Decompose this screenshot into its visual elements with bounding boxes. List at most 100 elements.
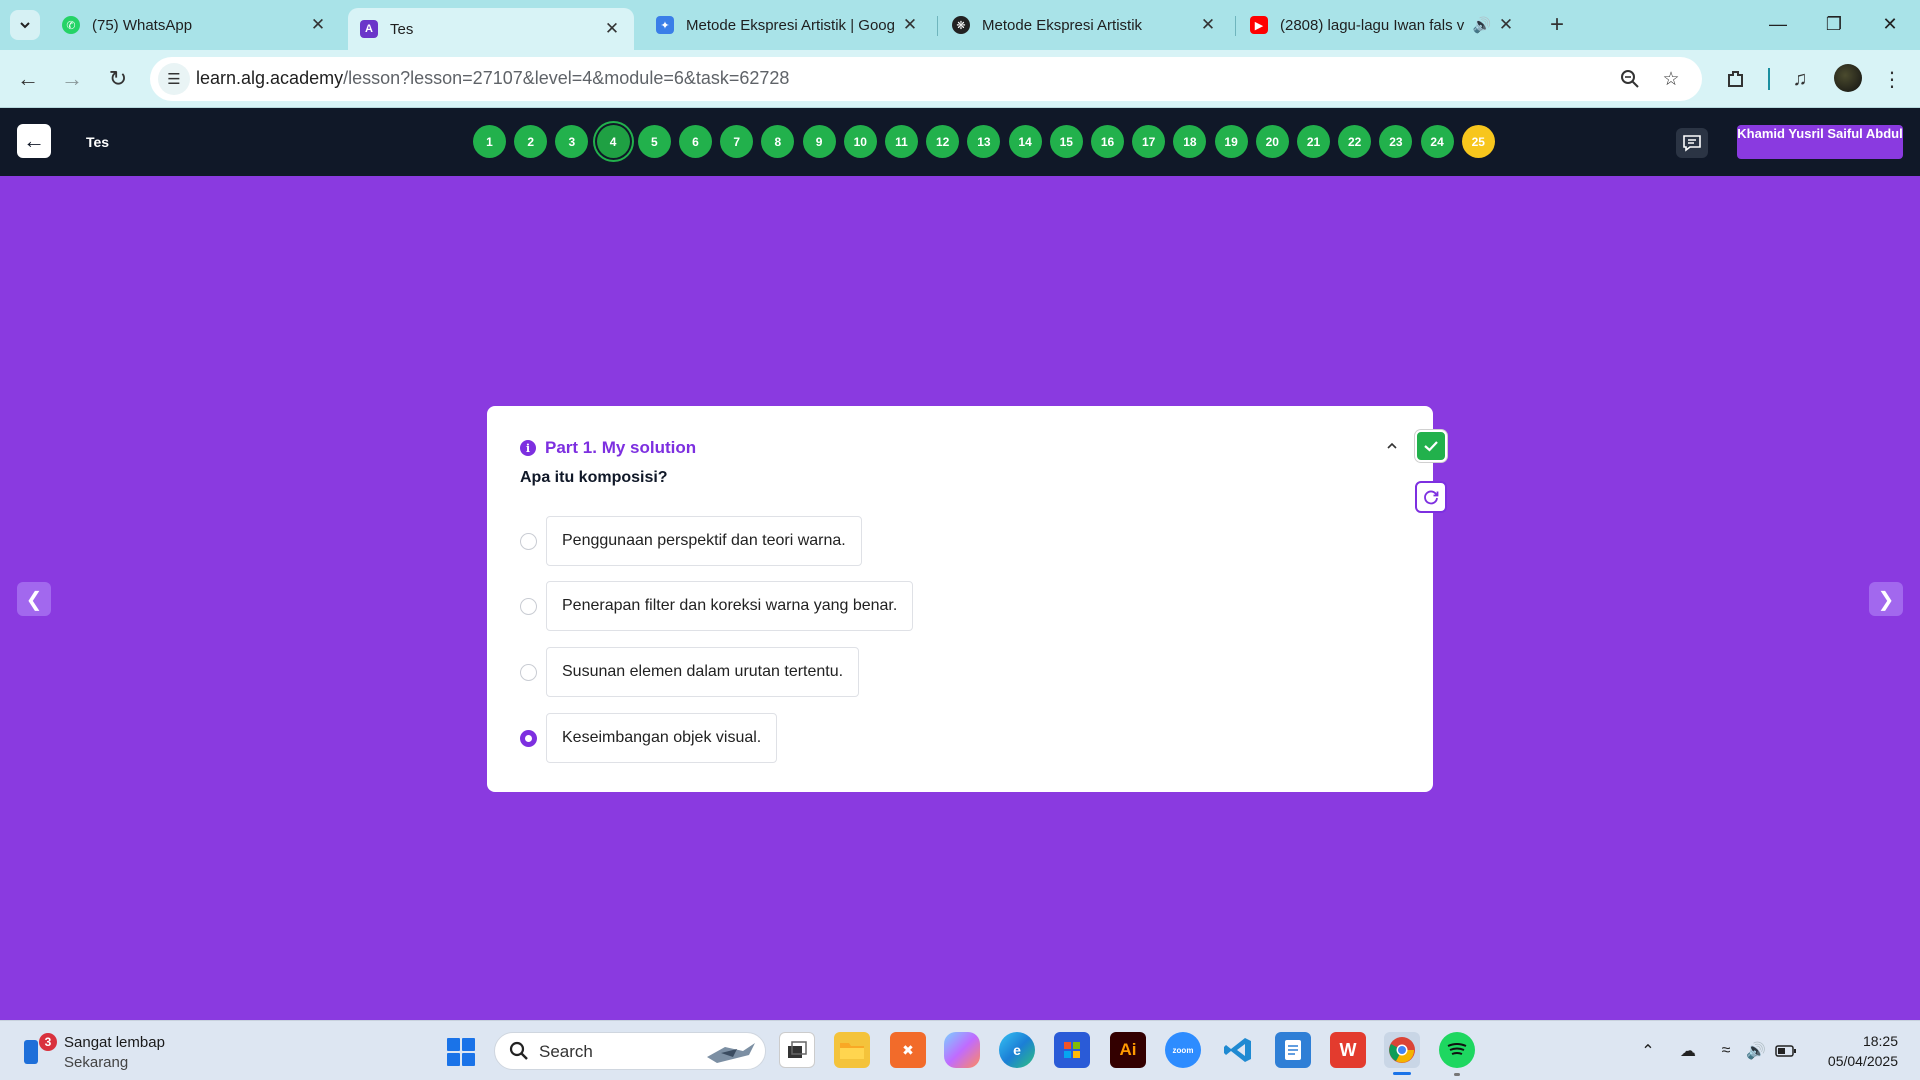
previous-task-button[interactable]: ❮ <box>17 582 51 616</box>
option-radio[interactable] <box>520 663 537 681</box>
task-step-20[interactable]: 20 <box>1255 125 1289 158</box>
weather-widget[interactable]: 3 Sangat lembap Sekarang <box>20 1030 220 1072</box>
close-tab-icon[interactable]: ✕ <box>1496 15 1516 35</box>
tab-search-button[interactable] <box>10 10 40 40</box>
close-window-button[interactable]: ✕ <box>1862 0 1918 48</box>
task-step-11[interactable]: 11 <box>885 125 918 158</box>
onedrive-offline-icon[interactable]: ☁ <box>1676 1039 1700 1063</box>
task-step-7[interactable]: 7 <box>720 125 754 158</box>
answer-option[interactable]: Penerapan filter dan koreksi warna yang … <box>520 581 914 631</box>
tab-separator <box>937 16 938 36</box>
answer-option[interactable]: Penggunaan perspektif dan teori warna. <box>520 516 862 566</box>
task-view-icon[interactable] <box>779 1032 815 1068</box>
site-info-icon[interactable]: ☰ <box>158 63 190 95</box>
extensions-icon[interactable] <box>1722 65 1750 93</box>
task-step-3[interactable]: 3 <box>555 125 589 158</box>
wifi-icon[interactable]: ≈ <box>1714 1039 1738 1063</box>
vscode-icon[interactable] <box>1220 1032 1256 1068</box>
address-bar[interactable]: ☰ learn.alg.academy/lesson?lesson=27107&… <box>150 57 1702 101</box>
zoom-icon[interactable] <box>1618 67 1642 91</box>
profile-avatar[interactable] <box>1834 64 1862 92</box>
reload-button[interactable]: ↻ <box>102 63 134 95</box>
option-label[interactable]: Penggunaan perspektif dan teori warna. <box>546 516 862 566</box>
speaker-icon[interactable]: 🔊 <box>1468 16 1496 34</box>
reset-button[interactable] <box>1415 481 1447 513</box>
menu-kebab-icon[interactable]: ⋮ <box>1878 65 1906 93</box>
url-text[interactable]: learn.alg.academy/lesson?lesson=27107&le… <box>196 68 789 89</box>
bookmark-star-icon[interactable]: ☆ <box>1659 67 1683 91</box>
toolbar-divider <box>1768 68 1770 90</box>
taskbar-search[interactable]: Search <box>494 1032 766 1070</box>
task-step-17[interactable]: 17 <box>1132 125 1166 158</box>
exit-lesson-button[interactable]: ← <box>17 124 51 158</box>
option-radio[interactable] <box>520 597 537 615</box>
answer-option-selected[interactable]: Keseimbangan objek visual. <box>520 713 778 763</box>
forward-button[interactable]: → <box>56 63 88 95</box>
option-label[interactable]: Penerapan filter dan koreksi warna yang … <box>546 581 914 631</box>
show-hidden-icons-chevron-icon[interactable]: ⌃ <box>1636 1039 1660 1063</box>
tab-gemini[interactable]: ✦ Metode Ekspresi Artistik | Goog ✕ <box>644 8 932 42</box>
task-step-1[interactable]: 1 <box>473 125 506 158</box>
tab-chatgpt[interactable]: ❋ Metode Ekspresi Artistik ✕ <box>940 8 1230 42</box>
task-step-14[interactable]: 14 <box>1008 125 1042 158</box>
microsoft-store-icon[interactable] <box>1054 1032 1090 1068</box>
task-step-16[interactable]: 16 <box>1091 125 1124 158</box>
task-step-5[interactable]: 5 <box>637 125 671 158</box>
close-tab-icon[interactable]: ✕ <box>602 19 622 39</box>
file-explorer-icon[interactable] <box>834 1032 870 1068</box>
tab-youtube[interactable]: ▶ (2808) lagu-lagu Iwan fals v 🔊 ✕ <box>1238 8 1528 42</box>
option-radio[interactable] <box>520 532 537 550</box>
task-step-19[interactable]: 19 <box>1214 125 1248 158</box>
option-radio-selected[interactable] <box>520 729 537 747</box>
task-step-12[interactable]: 12 <box>926 125 960 158</box>
chat-button[interactable] <box>1676 128 1708 158</box>
tab-whatsapp[interactable]: ✆ (75) WhatsApp ✕ <box>50 8 340 42</box>
task-step-9[interactable]: 9 <box>802 125 836 158</box>
next-task-button[interactable]: ❯ <box>1869 582 1903 616</box>
close-tab-icon[interactable]: ✕ <box>308 15 328 35</box>
task-step-2[interactable]: 2 <box>514 125 548 158</box>
task-step-4[interactable]: 4 <box>596 125 630 158</box>
copilot-icon[interactable] <box>944 1032 980 1068</box>
volume-icon[interactable]: 🔊 <box>1744 1039 1768 1063</box>
task-step-15[interactable]: 15 <box>1049 125 1083 158</box>
wps-office-icon[interactable]: W <box>1330 1032 1366 1068</box>
edge-icon[interactable]: e <box>999 1032 1035 1068</box>
chrome-icon[interactable] <box>1384 1032 1420 1068</box>
close-tab-icon[interactable]: ✕ <box>1198 15 1218 35</box>
windows-start-icon[interactable] <box>447 1038 475 1066</box>
task-step-25[interactable]: 25 <box>1461 125 1495 158</box>
task-step-22[interactable]: 22 <box>1338 125 1372 158</box>
task-step-21[interactable]: 21 <box>1297 125 1330 158</box>
adobe-illustrator-icon[interactable]: Ai <box>1110 1032 1146 1068</box>
task-step-24[interactable]: 24 <box>1420 125 1454 158</box>
collapse-button[interactable] <box>1384 438 1400 454</box>
answer-option[interactable]: Susunan elemen dalam urutan tertentu. <box>520 647 860 697</box>
xampp-icon[interactable]: ✖ <box>890 1032 926 1068</box>
option-label[interactable]: Keseimbangan objek visual. <box>546 713 778 763</box>
option-label[interactable]: Susunan elemen dalam urutan tertentu. <box>546 647 860 697</box>
tab-tes[interactable]: A Tes ✕ <box>348 8 634 50</box>
system-clock[interactable]: 18:25 05/04/2025 <box>1808 1031 1898 1071</box>
task-step-6[interactable]: 6 <box>679 125 712 158</box>
zoom-icon[interactable]: zoom <box>1165 1032 1201 1068</box>
battery-icon[interactable] <box>1774 1039 1798 1063</box>
spotify-icon[interactable] <box>1439 1032 1475 1068</box>
task-step-13[interactable]: 13 <box>967 125 1001 158</box>
chevron-up-icon <box>1387 442 1397 449</box>
media-control-icon[interactable]: ♫ <box>1786 65 1814 93</box>
task-step-10[interactable]: 10 <box>843 125 877 158</box>
check-answer-button[interactable] <box>1415 430 1447 462</box>
restore-button[interactable]: ❐ <box>1806 0 1862 48</box>
user-profile-button[interactable]: Khamid Yusril Saiful Abdul <box>1737 125 1903 159</box>
task-step-18[interactable]: 18 <box>1173 125 1207 158</box>
back-button[interactable]: ← <box>12 63 44 95</box>
question-text: Apa itu komposisi? <box>520 469 668 486</box>
minimize-button[interactable]: — <box>1750 0 1806 48</box>
task-step-8[interactable]: 8 <box>761 125 795 158</box>
active-app-indicator <box>1393 1072 1411 1075</box>
new-tab-button[interactable]: + <box>1542 10 1572 40</box>
notepad-icon[interactable] <box>1275 1032 1311 1068</box>
task-step-23[interactable]: 23 <box>1379 125 1413 158</box>
close-tab-icon[interactable]: ✕ <box>900 15 920 35</box>
